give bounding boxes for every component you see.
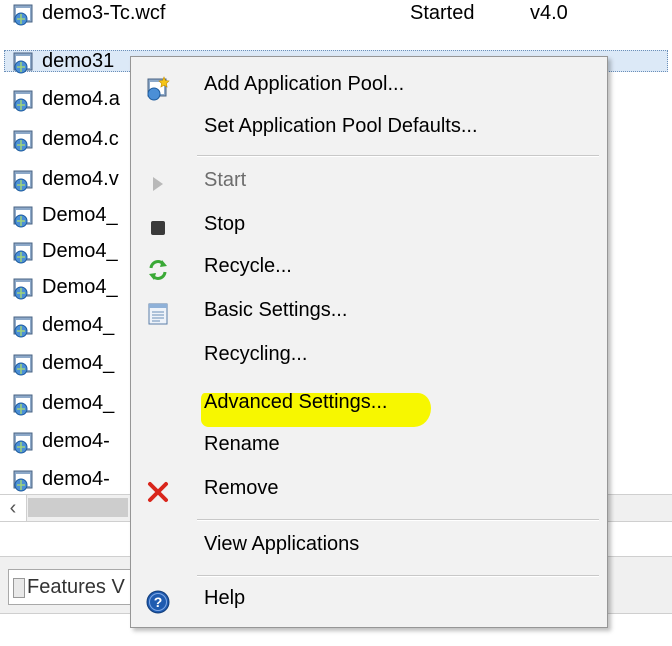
menu-item-label: View Applications — [204, 533, 360, 555]
menu-item-label: Recycle... — [204, 255, 292, 277]
pool-name: demo4- — [42, 430, 110, 452]
app-pool-icon — [13, 170, 33, 192]
pool-name: demo4_ — [42, 392, 115, 414]
pool-name: demo4- — [42, 468, 110, 490]
svg-text:?: ? — [154, 594, 163, 610]
app-pool-icon — [13, 130, 33, 152]
app-pool-icon — [13, 4, 33, 26]
pool-name: demo4_ — [42, 352, 115, 374]
pool-name: demo4_ — [42, 314, 115, 336]
menu-item-label: Advanced Settings... — [204, 391, 388, 413]
pool-name: Demo4_ — [42, 204, 118, 226]
pool-name: demo4.c — [42, 128, 119, 150]
menu-item-add-application-pool[interactable]: Add Application Pool... — [131, 65, 607, 109]
app-pool-icon — [13, 278, 33, 300]
menu-item-label: Add Application Pool... — [204, 73, 405, 95]
menu-item-label: Help — [204, 587, 246, 609]
settings-window-icon — [145, 301, 171, 327]
help-icon: ? — [145, 589, 171, 615]
menu-separator — [197, 155, 599, 157]
app-pool-icon — [13, 470, 33, 492]
pool-name: Demo4_ — [42, 240, 118, 262]
menu-item-label: Remove — [204, 477, 279, 499]
menu-separator — [197, 575, 599, 577]
menu-item-set-application-pool-defaults[interactable]: Set Application Pool Defaults... — [131, 107, 607, 151]
menu-item-start[interactable]: Start — [131, 161, 607, 205]
app-pool-icon — [13, 316, 33, 338]
recycle-icon — [145, 257, 171, 283]
menu-item-label: Basic Settings... — [204, 299, 348, 321]
menu-item-remove[interactable]: Remove — [131, 469, 607, 513]
pool-name: Demo4_ — [42, 276, 118, 298]
pool-name: demo4.a — [42, 88, 120, 110]
scrollbar-thumb[interactable] — [28, 498, 128, 517]
app-pool-icon — [13, 432, 33, 454]
pool-name: demo3-Tc.wcf — [42, 2, 166, 24]
stop-icon — [145, 215, 171, 241]
pool-status: Started — [410, 2, 475, 24]
app-pool-icon — [13, 52, 33, 74]
menu-item-recycle[interactable]: Recycle... — [131, 247, 607, 291]
pool-version: v4.0 — [530, 2, 568, 24]
scroll-left-arrow-icon[interactable]: ‹ — [0, 495, 27, 521]
menu-item-help[interactable]: ? Help — [131, 579, 607, 623]
app-pool-icon — [13, 354, 33, 376]
app-pool-icon — [13, 242, 33, 264]
app-pool-add-icon — [145, 75, 171, 101]
menu-item-rename[interactable]: Rename — [131, 425, 607, 469]
app-pool-icon — [13, 206, 33, 228]
tab-features-view-label: Features V — [27, 576, 125, 598]
pool-name: demo4.v — [42, 168, 119, 190]
menu-item-stop[interactable]: Stop — [131, 205, 607, 249]
pool-row[interactable]: demo3-Tc.wcf Started v4.0 — [0, 0, 672, 28]
app-pool-icon — [13, 394, 33, 416]
play-icon — [145, 171, 171, 197]
features-view-icon — [13, 578, 25, 598]
menu-item-label: Start — [204, 169, 247, 191]
menu-item-view-applications[interactable]: View Applications — [131, 525, 607, 569]
menu-item-basic-settings[interactable]: Basic Settings... — [131, 291, 607, 335]
menu-item-label: Set Application Pool Defaults... — [204, 115, 478, 137]
menu-item-advanced-settings[interactable]: Advanced Settings... — [131, 383, 607, 427]
menu-separator — [197, 519, 599, 521]
app-pool-icon — [13, 90, 33, 112]
pool-name: demo31 — [42, 50, 115, 72]
remove-x-icon — [145, 479, 171, 505]
menu-item-recycling[interactable]: Recycling... — [131, 335, 607, 379]
menu-item-label: Rename — [204, 433, 280, 455]
menu-item-label: Stop — [204, 213, 246, 235]
menu-item-label: Recycling... — [204, 343, 308, 365]
context-menu: Add Application Pool... Set Application … — [130, 56, 608, 628]
